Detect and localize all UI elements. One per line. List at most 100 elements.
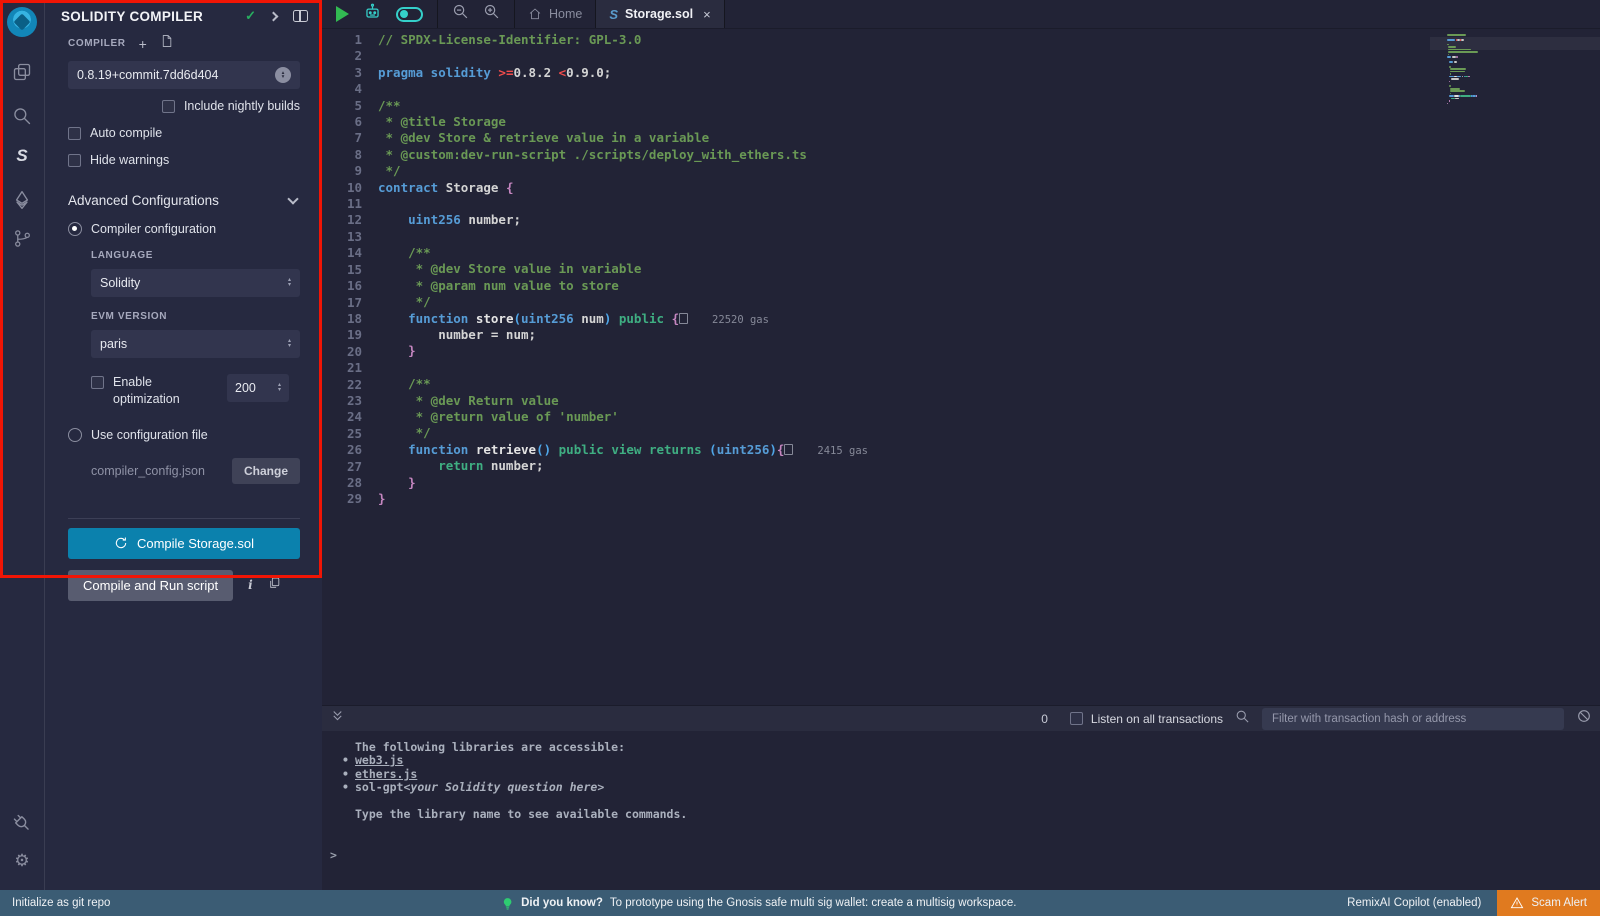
line-number[interactable]: 28	[322, 475, 362, 491]
code-line[interactable]: */	[378, 425, 1600, 441]
transaction-filter-input[interactable]	[1262, 708, 1564, 730]
git-branch-icon[interactable]	[9, 225, 35, 251]
copy-icon[interactable]	[268, 576, 281, 595]
split-panel-icon[interactable]	[293, 10, 308, 22]
code-line[interactable]: contract Storage {	[378, 180, 1600, 196]
file-explorer-icon[interactable]	[9, 59, 35, 85]
compiler-configuration-radio[interactable]	[68, 222, 82, 236]
code-line[interactable]: // SPDX-License-Identifier: GPL-3.0	[378, 32, 1600, 48]
search-icon[interactable]	[9, 103, 35, 129]
code-line[interactable]: }	[378, 475, 1600, 491]
zoom-in-icon[interactable]	[483, 3, 500, 25]
close-tab-icon[interactable]: ×	[703, 7, 711, 22]
code-line[interactable]: /**	[378, 376, 1600, 392]
code-line[interactable]: * @dev Store & retrieve value in a varia…	[378, 130, 1600, 146]
enable-optimization-checkbox[interactable]	[91, 376, 104, 389]
remixai-robot-icon[interactable]	[363, 2, 382, 26]
code-line[interactable]: * @title Storage	[378, 114, 1600, 130]
collapse-terminal-icon[interactable]	[330, 709, 345, 729]
code-line[interactable]: number = num;	[378, 327, 1600, 343]
clear-terminal-icon[interactable]	[1576, 708, 1592, 729]
line-number[interactable]: 22	[322, 377, 362, 393]
line-number[interactable]: 29	[322, 491, 362, 507]
deploy-run-ethereum-icon[interactable]	[9, 187, 35, 213]
terminal-output[interactable]: The following libraries are accessible: …	[322, 731, 1600, 890]
code-line[interactable]: }	[378, 491, 1600, 507]
line-number[interactable]: 13	[322, 229, 362, 245]
line-number[interactable]: 7	[322, 130, 362, 146]
web3-link[interactable]: web3.js	[355, 754, 403, 767]
include-nightly-checkbox[interactable]	[162, 100, 175, 113]
line-number[interactable]: 8	[322, 147, 362, 163]
line-number-gutter[interactable]: 1234567891011121314151617181920212223242…	[322, 29, 378, 705]
line-number[interactable]: 12	[322, 212, 362, 228]
line-number[interactable]: 10	[322, 180, 362, 196]
line-number[interactable]: 15	[322, 262, 362, 278]
terminal-search-icon[interactable]	[1235, 709, 1250, 729]
line-number[interactable]: 17	[322, 295, 362, 311]
line-number[interactable]: 1	[322, 32, 362, 48]
run-script-play-icon[interactable]	[336, 6, 349, 22]
line-number[interactable]: 19	[322, 327, 362, 343]
change-config-button[interactable]: Change	[232, 458, 300, 484]
code-line[interactable]	[378, 229, 1600, 245]
code-line[interactable]: */	[378, 163, 1600, 179]
terminal-prompt[interactable]: >	[330, 849, 1600, 862]
minimap[interactable]	[1445, 29, 1540, 705]
code-line[interactable]	[378, 48, 1600, 64]
tab-home[interactable]: Home	[515, 0, 596, 28]
optimization-runs-stepper[interactable]: ▴▾	[227, 374, 289, 402]
line-number[interactable]: 16	[322, 278, 362, 294]
code-line[interactable]: function store(uint256 num) public { 225…	[378, 311, 1600, 327]
line-number[interactable]: 24	[322, 409, 362, 425]
code-line[interactable]: * @return value of 'number'	[378, 409, 1600, 425]
compile-button[interactable]: Compile Storage.sol	[68, 528, 300, 559]
line-number[interactable]: 11	[322, 196, 362, 212]
code-line[interactable]: /**	[378, 245, 1600, 261]
ethers-link[interactable]: ethers.js	[355, 768, 417, 781]
add-compiler-icon[interactable]: +	[139, 39, 147, 49]
hide-warnings-checkbox[interactable]	[68, 154, 81, 167]
code-line[interactable]	[378, 81, 1600, 97]
code-line[interactable]: * @dev Store value in variable	[378, 261, 1600, 277]
line-number[interactable]: 14	[322, 245, 362, 261]
plugin-manager-icon[interactable]	[9, 810, 35, 836]
code-line[interactable]: * @dev Return value	[378, 393, 1600, 409]
line-number[interactable]: 3	[322, 65, 362, 81]
code-line[interactable]: return number;	[378, 458, 1600, 474]
line-number[interactable]: 23	[322, 393, 362, 409]
line-number[interactable]: 27	[322, 459, 362, 475]
code-line[interactable]	[378, 360, 1600, 376]
auto-compile-checkbox[interactable]	[68, 127, 81, 140]
code-line[interactable]: * @param num value to store	[378, 278, 1600, 294]
line-number[interactable]: 9	[322, 163, 362, 179]
chevron-right-icon[interactable]	[269, 11, 279, 21]
init-git-repo-button[interactable]: Initialize as git repo	[12, 897, 110, 909]
line-number[interactable]: 2	[322, 48, 362, 64]
code-line[interactable]: */	[378, 294, 1600, 310]
evm-version-select[interactable]: paris ▴▾	[91, 330, 300, 358]
stepper-caret-icon[interactable]: ▴▾	[278, 383, 281, 393]
line-number[interactable]: 26	[322, 442, 362, 458]
code-line[interactable]: * @custom:dev-run-script ./scripts/deplo…	[378, 147, 1600, 163]
compiler-version-select[interactable]: 0.8.19+commit.7dd6d404 ▴▾	[68, 61, 300, 89]
scam-alert-badge[interactable]: Scam Alert	[1497, 890, 1600, 916]
line-number[interactable]: 20	[322, 344, 362, 360]
advanced-configurations-header[interactable]: Advanced Configurations	[68, 193, 300, 208]
copilot-status[interactable]: RemixAI Copilot (enabled)	[1347, 897, 1481, 909]
code-line[interactable]: /**	[378, 98, 1600, 114]
code-line[interactable]: pragma solidity >=0.8.2 <0.9.0;	[378, 65, 1600, 81]
solidity-compiler-icon[interactable]: S	[9, 143, 35, 169]
line-number[interactable]: 4	[322, 81, 362, 97]
settings-gear-icon[interactable]: ⚙	[9, 848, 35, 874]
remix-logo-icon[interactable]	[7, 7, 37, 37]
language-select[interactable]: Solidity ▴▾	[91, 269, 300, 297]
code-line[interactable]: }	[378, 343, 1600, 359]
code-line[interactable]	[378, 196, 1600, 212]
code-line[interactable]: uint256 number;	[378, 212, 1600, 228]
code-line[interactable]: function retrieve() public view returns …	[378, 442, 1600, 458]
line-number[interactable]: 18	[322, 311, 362, 327]
zoom-out-icon[interactable]	[452, 3, 469, 25]
custom-compiler-file-icon[interactable]	[160, 34, 173, 53]
info-icon[interactable]: i	[248, 578, 253, 592]
